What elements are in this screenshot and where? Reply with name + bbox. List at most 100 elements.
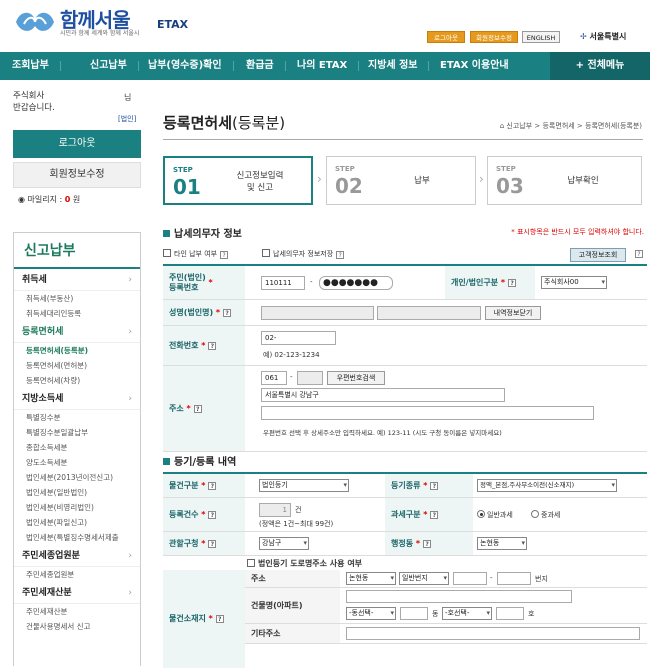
sidebar-subitem[interactable]: 법인세분(특별징수명세서제출 <box>14 530 140 545</box>
help-icon[interactable]: ? <box>208 539 217 548</box>
help-icon[interactable]: ? <box>193 404 202 413</box>
save-info-checkbox[interactable] <box>262 249 270 257</box>
reg-type-select[interactable]: 정액_본점,주사무소이전(신소재지) <box>477 479 617 492</box>
other-payment-checkbox[interactable] <box>163 249 171 257</box>
nav-item-guide[interactable]: ETAX 이용안내 <box>440 52 509 80</box>
nav-item-tax-info[interactable]: 지방세 정보 <box>368 52 430 80</box>
sidebar-item-local-income-tax[interactable]: 지방소득세 › <box>14 388 140 410</box>
zip-search-button[interactable]: 우편번호검색 <box>327 371 385 385</box>
page-title-suffix: (등록분) <box>232 114 286 132</box>
customer-lookup-button[interactable]: 고객정보조회 <box>570 248 626 262</box>
sidebar-subitem[interactable]: 양도소득세분 <box>14 455 140 470</box>
sidebar-subitem[interactable]: 법인세분(2013년이전신고) <box>14 470 140 485</box>
zip-front-input[interactable]: 061 <box>261 371 287 385</box>
sidebar-subitem[interactable]: 특별징수분일괄납부 <box>14 425 140 440</box>
help-icon[interactable]: ? <box>208 481 217 490</box>
loc-other-input[interactable] <box>346 627 640 640</box>
top-logout-button[interactable]: 로그아웃 <box>427 31 465 43</box>
phone-input[interactable]: 02- <box>261 331 336 345</box>
reg-no-front-input[interactable]: 110111 <box>261 276 305 290</box>
address-input[interactable]: 서울특별시 강남구 <box>261 388 505 402</box>
sidebar-subitem[interactable]: 등록면허세(면허분) <box>14 358 140 373</box>
name-extra-input[interactable] <box>377 306 481 320</box>
sidebar-subitem[interactable]: 특별징수분 <box>14 410 140 425</box>
loc-bunji-sub-input[interactable] <box>497 572 531 585</box>
sidebar-subitem[interactable]: 건물사용명세서 신고 <box>14 619 140 634</box>
reg-no-back-input[interactable]: ●●●●●●● <box>319 276 393 290</box>
sidebar-item-registration-tax[interactable]: 등록면허세 › <box>14 321 140 343</box>
seoul-logo-icon[interactable] <box>12 6 58 36</box>
loc-dong-unit-select[interactable]: -동선택- <box>346 607 396 620</box>
help-icon[interactable]: ? <box>423 539 432 548</box>
sidebar-logout-button[interactable]: 로그아웃 <box>13 130 141 158</box>
top-member-edit-button[interactable]: 회원정보수정 <box>470 31 518 43</box>
help-icon[interactable]: ? <box>223 308 232 317</box>
road-address-option[interactable]: 법인등기 도로명주소 사용 여부 <box>247 558 362 569</box>
nav-item-refund[interactable]: 환급금 <box>246 52 286 80</box>
tax-type-heavy-radio[interactable]: 중과세 <box>531 510 560 520</box>
name-input[interactable] <box>261 306 374 320</box>
tax-type-general-radio[interactable]: 일반과세 <box>477 510 513 520</box>
help-icon[interactable]: ? <box>215 615 224 623</box>
help-icon[interactable]: ? <box>336 251 345 259</box>
help-icon[interactable]: ? <box>430 510 439 519</box>
sidebar-item-property-tax[interactable]: 주민세재산분 › <box>14 582 140 604</box>
sidebar-subitem[interactable]: 법인세분(파일신고) <box>14 515 140 530</box>
office-select[interactable]: 강남구 <box>259 537 309 550</box>
sidebar-subitem[interactable]: 법인세분(비영리법인) <box>14 500 140 515</box>
nav-item-my-etax[interactable]: 나의 ETAX <box>297 52 360 80</box>
help-icon[interactable]: ? <box>430 481 439 490</box>
location-cell: 주소 논현동 일반번지 - 번지 건물명(아파트) -동선택- 동 -호선택- <box>245 570 647 668</box>
dong-select[interactable]: 논현동 <box>477 537 527 550</box>
other-payment-option[interactable]: 타인 납부 여부? <box>163 249 229 259</box>
help-icon[interactable]: ? <box>208 510 217 519</box>
loc-building-input[interactable] <box>346 590 572 603</box>
all-menu-button[interactable]: + 전체메뉴 <box>550 52 650 80</box>
loc-dong-unit-input[interactable] <box>400 607 428 620</box>
sidebar-subitem[interactable]: 법인세분(일반법인) <box>14 485 140 500</box>
person-type-select[interactable]: 주식회사00 <box>541 276 607 289</box>
loc-bunji-select[interactable]: 일반번지 <box>399 572 449 585</box>
nav-item-report[interactable]: 신고납부 <box>90 52 139 80</box>
sidebar-subitem[interactable]: 종합소득세분 <box>14 440 140 455</box>
address-detail-input[interactable] <box>261 406 594 420</box>
english-button[interactable]: ENGLISH <box>522 31 560 43</box>
radio-selected[interactable] <box>477 510 485 518</box>
help-icon[interactable]: ? <box>208 341 217 350</box>
loc-dong-select[interactable]: 논현동 <box>346 572 396 585</box>
sidebar-subitem[interactable]: 등록면허세(차량) <box>14 373 140 388</box>
sidebar-item-employee-tax[interactable]: 주민세종업원분 › <box>14 545 140 567</box>
item-type-select[interactable]: 법인등기 <box>259 479 349 492</box>
help-icon[interactable]: ? <box>508 278 517 287</box>
road-address-checkbox[interactable] <box>247 559 255 567</box>
seoul-city-link[interactable]: ✢ 서울특별시 <box>580 31 626 42</box>
sidebar-item-acquisition-tax[interactable]: 취득세 › <box>14 269 140 291</box>
detail-close-button[interactable]: 내역정보닫기 <box>485 306 541 320</box>
sidebar-subitem[interactable]: 취득세대리인등록 <box>14 306 140 321</box>
customer-lookup-help[interactable]: ? <box>632 249 643 258</box>
sidebar-member-edit-button[interactable]: 회원정보수정 <box>13 162 141 188</box>
sidebar-subitem[interactable]: 주민세재산분 <box>14 604 140 619</box>
reg-no-dash: - <box>310 278 313 286</box>
save-info-option[interactable]: 납세의무자 정보저장? <box>262 249 345 259</box>
help-icon[interactable]: ? <box>220 251 229 259</box>
sidebar-subitem[interactable]: 취득세(부동산) <box>14 291 140 306</box>
loc-ho-input[interactable] <box>496 607 524 620</box>
reg-no-row: 주민(법인) 등록번호 * 110111 - ●●●●●●● 개인/법인구분 *… <box>163 266 647 300</box>
nav-item-receipt[interactable]: 납부(영수증)확인 <box>148 52 234 80</box>
tax-type-header: 과세구분 *? <box>385 498 473 531</box>
home-icon[interactable]: ⌂ <box>500 122 504 130</box>
help-icon[interactable]: ? <box>635 250 643 258</box>
radio-unselected[interactable] <box>531 510 539 518</box>
loc-bunji-main-input[interactable] <box>453 572 487 585</box>
logo-etax[interactable]: ETAX <box>157 18 188 31</box>
nav-item-inquiry[interactable]: 조회납부 <box>12 52 61 80</box>
reg-count-input[interactable]: 1 <box>259 503 291 517</box>
nav-item-label: 지방세 정보 <box>368 60 418 71</box>
zip-back-input[interactable] <box>297 371 323 385</box>
dong-label: 행정동 <box>391 538 414 548</box>
sidebar-subitem[interactable]: 주민세종업원분 <box>14 567 140 582</box>
mileage-value: 0 <box>64 195 71 204</box>
loc-ho-select[interactable]: -호선택- <box>442 607 492 620</box>
sidebar-subitem-current[interactable]: 등록면허세(등록분) <box>14 343 140 358</box>
